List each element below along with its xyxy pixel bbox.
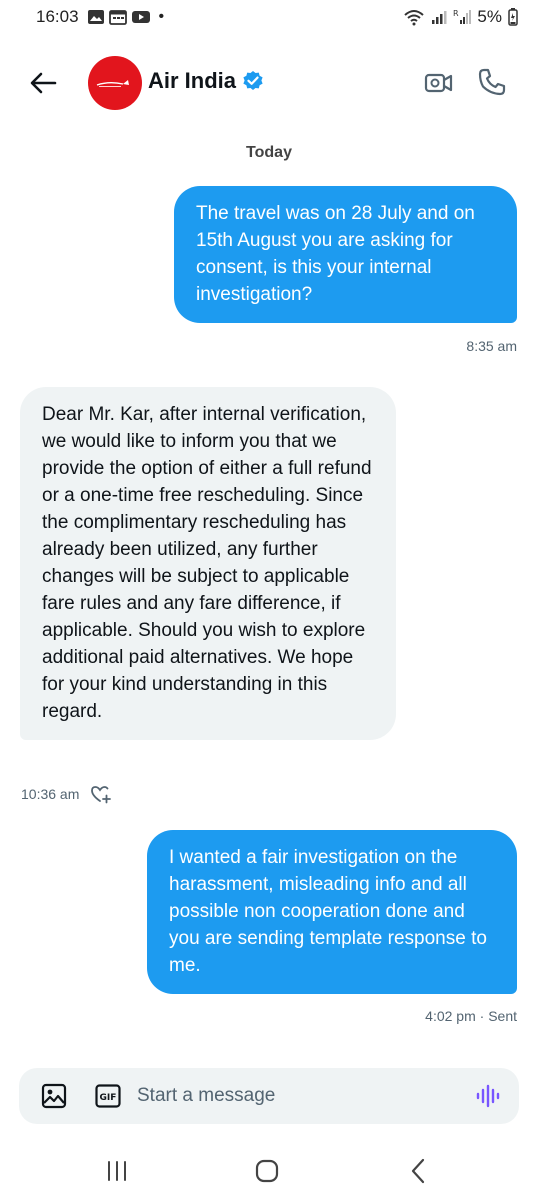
system-back-icon[interactable]: [408, 1158, 428, 1184]
message-timestamp: 8:35 am: [466, 338, 517, 354]
add-media-button[interactable]: [41, 1083, 67, 1109]
svg-text:GIF: GIF: [100, 1093, 117, 1103]
message-timestamp-sent: 4:02 pm · Sent: [425, 1008, 517, 1024]
voice-message-button[interactable]: [475, 1084, 501, 1108]
wifi-icon: [404, 10, 425, 26]
status-notification-icons: •: [87, 8, 165, 26]
verified-badge-icon: [243, 71, 263, 90]
status-more-dot: •: [158, 8, 165, 25]
recent-apps-icon[interactable]: [104, 1160, 130, 1182]
air-india-logo-icon: [96, 80, 129, 87]
status-bar: 16:03 • R 5%: [0, 0, 538, 34]
voice-waveform-icon: [476, 1084, 500, 1108]
video-camera-icon: [424, 73, 453, 93]
add-reaction-heart-icon[interactable]: [89, 783, 112, 805]
message-bubble-outgoing[interactable]: I wanted a fair investigation on the har…: [147, 830, 517, 994]
message-bubble-incoming[interactable]: Dear Mr. Kar, after internal verificatio…: [20, 387, 396, 740]
status-system-icons: R 5%: [403, 7, 518, 27]
home-icon[interactable]: [255, 1159, 279, 1183]
back-button[interactable]: [26, 66, 60, 100]
youtube-icon: [131, 11, 150, 23]
gif-icon: GIF: [95, 1084, 121, 1108]
phone-icon: [478, 68, 506, 96]
message-bubble-outgoing[interactable]: The travel was on 28 July and on 15th Au…: [174, 186, 517, 323]
contact-name[interactable]: Air India: [148, 68, 264, 94]
avatar[interactable]: [88, 56, 142, 110]
message-meta-incoming: 10:36 am: [21, 783, 112, 805]
back-arrow-icon: [30, 72, 57, 94]
image-icon: [41, 1083, 67, 1109]
day-separator: Today: [246, 144, 292, 161]
calendar-icon: [108, 10, 127, 25]
contact-name-label: Air India: [148, 68, 237, 93]
svg-text:R: R: [453, 9, 459, 18]
signal-icon: [432, 11, 447, 24]
image-icon: [87, 10, 104, 24]
status-time: 16:03: [36, 7, 79, 26]
voice-call-button[interactable]: [476, 66, 508, 98]
system-navigation-bar: [0, 1140, 538, 1200]
battery-percent: 5%: [477, 7, 502, 26]
conversation-header: Air India: [0, 52, 538, 112]
battery-icon: [508, 8, 518, 26]
message-composer: GIF: [19, 1068, 519, 1124]
add-gif-button[interactable]: GIF: [95, 1084, 121, 1108]
signal-roaming-icon: R: [453, 9, 472, 24]
message-input[interactable]: [137, 1078, 457, 1114]
message-timestamp: 10:36 am: [21, 786, 80, 802]
video-call-button[interactable]: [424, 68, 454, 98]
